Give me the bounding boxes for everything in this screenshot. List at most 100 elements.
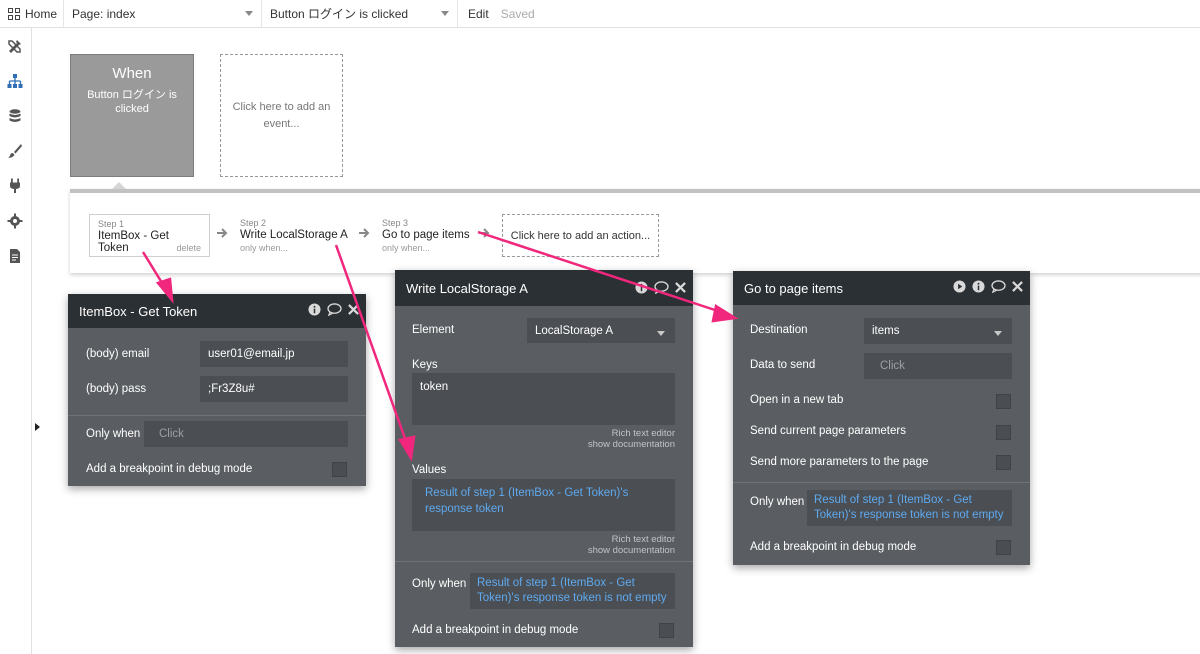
step-number: Step 3 xyxy=(382,218,409,228)
panel-title: ItemBox - Get Token xyxy=(79,303,198,319)
send-params-checkbox[interactable] xyxy=(996,425,1011,440)
event-selector[interactable]: Button ログイン is clicked xyxy=(262,0,458,28)
show-documentation-link[interactable]: show documentation xyxy=(412,439,675,450)
step-number: Step 2 xyxy=(240,218,267,228)
step-2-properties-panel: Write LocalStorage A Element LocalStorag… xyxy=(395,270,693,647)
event-description: Button ログイン is clicked xyxy=(87,89,177,115)
arrow-right-icon xyxy=(479,228,490,238)
event-pointer xyxy=(112,182,126,189)
breakpoint-label: Add a breakpoint in debug mode xyxy=(750,541,917,553)
plugins-icon[interactable] xyxy=(7,178,23,194)
close-icon[interactable] xyxy=(675,282,686,293)
only-when-field[interactable]: Result of step 1 (ItemBox - Get Token)'s… xyxy=(807,490,1012,526)
settings-icon[interactable] xyxy=(7,213,23,229)
new-tab-checkbox[interactable] xyxy=(996,394,1011,409)
new-tab-label: Open in a new tab xyxy=(750,394,844,406)
step-3-card[interactable]: Step 3 Go to page items only when... xyxy=(382,218,470,253)
only-when-label: Only when xyxy=(86,428,141,440)
comment-icon[interactable] xyxy=(327,303,342,316)
breakpoint-checkbox[interactable] xyxy=(659,623,674,638)
logs-icon[interactable] xyxy=(7,248,23,264)
divider xyxy=(733,482,1030,483)
comment-icon[interactable] xyxy=(654,281,669,294)
send-more-checkbox[interactable] xyxy=(996,455,1011,470)
rich-text-editor-link[interactable]: Rich text editor xyxy=(412,428,675,439)
send-more-label: Send more parameters to the page xyxy=(750,456,929,468)
step-2-card[interactable]: Step 2 Write LocalStorage A only when... xyxy=(240,218,348,253)
step-number: Step 1 xyxy=(98,219,125,229)
destination-dropdown[interactable]: items xyxy=(864,318,1012,344)
step-1-card[interactable]: Step 1 ItemBox - Get Token delete xyxy=(89,214,210,257)
keys-input[interactable]: token xyxy=(412,373,675,425)
only-when-field[interactable]: Click xyxy=(144,421,348,447)
saved-status-label: Saved xyxy=(500,6,535,21)
info-icon[interactable] xyxy=(972,280,985,293)
workflow-icon[interactable] xyxy=(7,73,23,89)
edit-menu[interactable]: Edit xyxy=(468,7,489,21)
event-selector-label: Button ログイン is clicked xyxy=(270,7,409,21)
keys-editor-links: Rich text editor show documentation xyxy=(412,428,675,450)
divider xyxy=(395,561,693,562)
values-label: Values xyxy=(412,464,447,476)
home-button[interactable]: Home xyxy=(0,0,64,28)
design-icon[interactable] xyxy=(7,38,23,54)
saved-status: Saved xyxy=(491,7,535,21)
info-icon[interactable] xyxy=(308,303,321,316)
event-card[interactable]: When Button ログイン is clicked xyxy=(70,54,194,177)
close-icon[interactable] xyxy=(1012,281,1023,292)
add-action-label: Click here to add an action... xyxy=(510,229,651,242)
chevron-down-icon xyxy=(245,11,253,16)
element-dropdown-value: LocalStorage A xyxy=(535,324,614,337)
pass-label: (body) pass xyxy=(86,383,147,395)
step-title: Go to page items xyxy=(382,229,470,241)
values-input[interactable]: Result of step 1 (ItemBox - Get Token)'s… xyxy=(412,479,675,531)
step-1-properties-panel: ItemBox - Get Token (body) email user01@… xyxy=(68,294,366,486)
only-when-label: Only when xyxy=(750,496,805,508)
expand-arrow-icon[interactable] xyxy=(35,423,40,431)
annotation-arrowhead xyxy=(711,303,739,323)
keys-label: Keys xyxy=(412,359,438,371)
only-when-label: Only when xyxy=(412,578,467,590)
breakpoint-label: Add a breakpoint in debug mode xyxy=(86,463,253,475)
close-icon[interactable] xyxy=(348,304,359,315)
left-sidebar xyxy=(0,28,32,654)
show-documentation-link[interactable]: show documentation xyxy=(412,545,675,556)
email-field[interactable]: user01@email.jp xyxy=(200,341,348,367)
data-icon[interactable] xyxy=(7,108,23,124)
values-editor-links: Rich text editor show documentation xyxy=(412,534,675,556)
step-3-properties-panel: Go to page items Destination items Data … xyxy=(733,271,1030,565)
styles-icon[interactable] xyxy=(7,143,23,159)
arrow-right-icon xyxy=(359,228,370,238)
chevron-down-icon xyxy=(657,331,665,336)
element-dropdown[interactable]: LocalStorage A xyxy=(527,318,675,343)
email-label: (body) email xyxy=(86,348,150,360)
add-action-button[interactable]: Click here to add an action... xyxy=(502,214,659,257)
info-icon[interactable] xyxy=(635,281,648,294)
play-icon[interactable] xyxy=(953,280,966,293)
chevron-down-icon xyxy=(441,11,449,16)
step-condition: only when... xyxy=(382,243,431,253)
breakpoint-checkbox[interactable] xyxy=(332,462,347,477)
data-to-send-label: Data to send xyxy=(750,359,816,371)
add-event-button[interactable]: Click here to add an event... xyxy=(220,54,343,177)
destination-dropdown-value: items xyxy=(872,325,900,337)
breakpoint-checkbox[interactable] xyxy=(996,540,1011,555)
element-label: Element xyxy=(412,324,455,336)
delete-step-link[interactable]: delete xyxy=(176,243,201,253)
top-bar: Home Page: index Button ログイン is clicked … xyxy=(0,0,1200,28)
page-selector-label: Page: index xyxy=(72,6,136,21)
rich-text-editor-link[interactable]: Rich text editor xyxy=(412,534,675,545)
panel-title: Write LocalStorage A xyxy=(406,280,528,296)
only-when-field[interactable]: Result of step 1 (ItemBox - Get Token)'s… xyxy=(470,573,675,609)
send-params-label: Send current page parameters xyxy=(750,425,906,437)
data-to-send-field[interactable]: Click xyxy=(864,353,1012,379)
pass-field[interactable]: ;Fr3Z8u# xyxy=(200,376,348,402)
step-condition: only when... xyxy=(240,243,289,253)
page-selector[interactable]: Page: index xyxy=(64,0,262,28)
home-label: Home xyxy=(25,6,58,21)
chevron-down-icon xyxy=(994,331,1002,336)
breakpoint-label: Add a breakpoint in debug mode xyxy=(412,624,579,636)
comment-icon[interactable] xyxy=(991,280,1006,293)
panel-header: Go to page items xyxy=(733,271,1030,305)
step-title: Write LocalStorage A xyxy=(240,229,348,241)
